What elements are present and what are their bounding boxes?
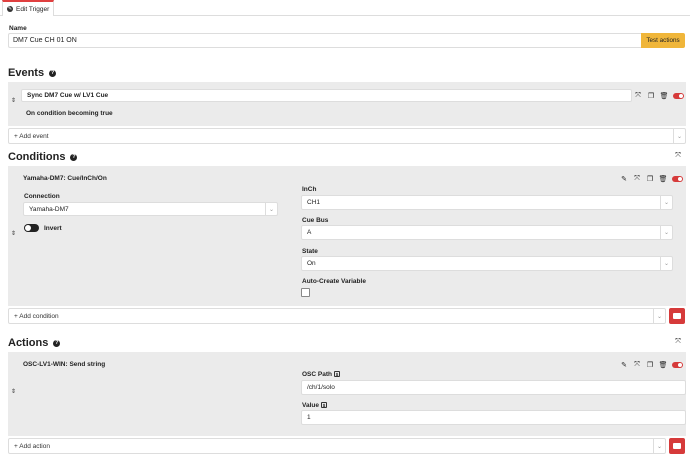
add-action-select[interactable]: + Add action ⌄ bbox=[8, 438, 666, 454]
tab-edit-trigger[interactable]: ✎ Edit Trigger bbox=[2, 0, 54, 16]
add-condition-select[interactable]: + Add condition ⌄ bbox=[8, 308, 666, 324]
edit-icon: ✎ bbox=[7, 6, 13, 12]
chevron-down-icon[interactable]: ⌄ bbox=[660, 196, 672, 209]
pencil-icon[interactable]: ✎ bbox=[620, 361, 628, 369]
folder-button[interactable] bbox=[669, 438, 685, 454]
help-icon[interactable]: ? bbox=[53, 339, 61, 347]
actions-title: Actions bbox=[8, 337, 49, 349]
value-label-text: Value bbox=[302, 402, 319, 409]
trash-icon[interactable]: 🗑 bbox=[659, 361, 668, 369]
add-action-label: + Add action bbox=[14, 442, 50, 450]
inch-value: CH1 bbox=[307, 199, 321, 206]
folder-icon bbox=[673, 313, 681, 319]
trash-icon[interactable]: 🗑 bbox=[659, 175, 668, 183]
chevron-down-icon[interactable]: ⌄ bbox=[660, 226, 672, 239]
invert-toggle[interactable] bbox=[24, 224, 39, 232]
variable-icon[interactable]: $ bbox=[320, 402, 327, 409]
events-title: Events bbox=[8, 67, 45, 79]
condition-tools: ✎ ⤧ ❐ 🗑 bbox=[620, 175, 683, 183]
help-icon[interactable]: ? bbox=[49, 69, 57, 77]
collapse-all-icon[interactable]: ⤧ bbox=[674, 152, 682, 160]
expand-icon[interactable]: ⤧ bbox=[634, 92, 642, 100]
action-item: ⇕ OSC-LV1-WIN: Send string ✎ ⤧ ❐ 🗑 OSC P… bbox=[8, 352, 686, 436]
name-input[interactable]: DM7 Cue CH 01 ON bbox=[8, 33, 642, 48]
connection-label: Connection bbox=[24, 193, 60, 200]
cuebus-select[interactable]: A ⌄ bbox=[301, 225, 673, 240]
enabled-toggle[interactable] bbox=[672, 362, 683, 368]
state-label: State bbox=[302, 248, 318, 255]
connection-value: Yamaha-DM7 bbox=[29, 205, 69, 213]
conditions-heading: Conditions ? bbox=[8, 151, 78, 163]
chevron-down-icon[interactable]: ⌄ bbox=[660, 257, 672, 270]
connection-select[interactable]: Yamaha-DM7 ⌄ bbox=[23, 202, 278, 216]
event-tools: ⤧ ❐ 🗑 bbox=[634, 92, 684, 100]
add-event-label: + Add event bbox=[14, 132, 49, 140]
inch-label: InCh bbox=[302, 186, 317, 193]
events-heading: Events ? bbox=[8, 67, 57, 79]
tab-strip: ✎ Edit Trigger bbox=[0, 0, 690, 16]
name-label: Name bbox=[9, 25, 27, 32]
copy-icon[interactable]: ❐ bbox=[646, 361, 654, 369]
chevron-down-icon[interactable]: ⌄ bbox=[653, 309, 665, 323]
add-event-row: + Add event ⌄ bbox=[8, 128, 686, 144]
osc-path-label: OSC Path $ bbox=[302, 371, 340, 378]
value-input[interactable]: 1 bbox=[301, 410, 686, 425]
add-event-select[interactable]: + Add event ⌄ bbox=[8, 128, 686, 144]
trash-icon[interactable]: 🗑 bbox=[660, 92, 669, 100]
state-value: On bbox=[307, 260, 316, 267]
chevron-down-icon[interactable]: ⌄ bbox=[265, 203, 277, 215]
collapse-all-icon[interactable]: ⤧ bbox=[674, 338, 682, 346]
copy-icon[interactable]: ❐ bbox=[646, 175, 654, 183]
invert-label: Invert bbox=[44, 225, 62, 232]
expand-icon[interactable]: ⤧ bbox=[633, 175, 641, 183]
inch-select[interactable]: CH1 ⌄ bbox=[301, 195, 673, 210]
action-tools: ✎ ⤧ ❐ 🗑 bbox=[620, 361, 683, 369]
condition-title: Yamaha-DM7: Cue/InCh/On bbox=[23, 175, 107, 182]
osc-path-input[interactable]: /ch/1/solo bbox=[301, 380, 686, 395]
event-item: ⇕ Sync DM7 Cue w/ LV1 Cue On condition b… bbox=[8, 82, 686, 126]
cuebus-label: Cue Bus bbox=[302, 217, 329, 224]
condition-item: ⇕ Yamaha-DM7: Cue/InCh/On ✎ ⤧ ❐ 🗑 Connec… bbox=[8, 166, 686, 306]
conditions-title: Conditions bbox=[8, 151, 66, 163]
chevron-down-icon[interactable]: ⌄ bbox=[653, 439, 665, 453]
autocreate-label: Auto-Create Variable bbox=[302, 278, 366, 285]
folder-button[interactable] bbox=[669, 308, 685, 324]
state-select[interactable]: On ⌄ bbox=[301, 256, 673, 271]
osc-path-label-text: OSC Path bbox=[302, 371, 332, 378]
pencil-icon[interactable]: ✎ bbox=[620, 175, 628, 183]
drag-handle-icon[interactable]: ⇕ bbox=[11, 389, 16, 395]
cuebus-value: A bbox=[307, 229, 312, 236]
expand-icon[interactable]: ⤧ bbox=[633, 361, 641, 369]
folder-icon bbox=[673, 443, 681, 449]
enabled-toggle[interactable] bbox=[673, 93, 684, 99]
test-actions-button[interactable]: Test actions bbox=[641, 33, 685, 48]
enabled-toggle[interactable] bbox=[672, 176, 683, 182]
drag-handle-icon[interactable]: ⇕ bbox=[11, 231, 16, 237]
add-condition-row: + Add condition ⌄ bbox=[8, 308, 686, 324]
event-description: On condition becoming true bbox=[26, 110, 113, 117]
autocreate-checkbox[interactable] bbox=[301, 288, 310, 297]
actions-heading: Actions ? bbox=[8, 337, 61, 349]
add-action-row: + Add action ⌄ bbox=[8, 438, 686, 454]
value-label: Value $ bbox=[302, 402, 327, 409]
action-title: OSC-LV1-WIN: Send string bbox=[23, 361, 106, 368]
add-condition-label: + Add condition bbox=[14, 312, 59, 320]
drag-handle-icon[interactable]: ⇕ bbox=[11, 98, 16, 104]
variable-icon[interactable]: $ bbox=[333, 371, 340, 378]
tab-label: Edit Trigger bbox=[16, 5, 50, 13]
help-icon[interactable]: ? bbox=[70, 153, 78, 161]
event-select[interactable]: Sync DM7 Cue w/ LV1 Cue bbox=[21, 89, 632, 102]
copy-icon[interactable]: ❐ bbox=[647, 92, 655, 100]
chevron-down-icon[interactable]: ⌄ bbox=[673, 129, 685, 143]
